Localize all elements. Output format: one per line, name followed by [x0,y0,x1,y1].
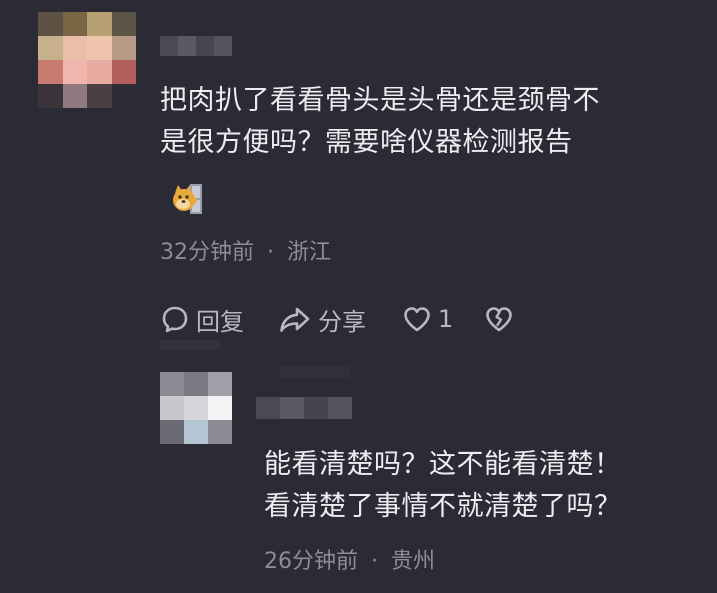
meta-separator: · [371,549,378,574]
avatar[interactable] [38,12,136,108]
reply-text-line: 看清楚了事情不就清楚了吗？ [264,491,622,522]
comment-text-line: 是很方便吗？需要啥仪器检测报告 [160,127,573,158]
comment-text-line: 把肉扒了看看骨头是头骨还是颈骨不 [160,85,600,116]
comment-text: 把肉扒了看看骨头是头骨还是颈骨不 是很方便吗？需要啥仪器检测报告 [160,80,700,164]
like-count: 1 [438,305,454,333]
reply-meta: 26分钟前 · 贵州 [264,543,435,575]
doge-peeking-icon [172,183,204,215]
reply-text: 能看清楚吗？这不能看清楚！ 看清楚了事情不就清楚了吗？ [264,444,694,528]
reply-icon [160,304,190,334]
meta-separator: · [267,240,274,265]
reply-button[interactable]: 回复 [160,302,244,336]
blur-artifact [160,340,220,350]
username[interactable] [160,36,232,56]
comment-time: 32分钟前 [160,240,254,265]
reply-location: 贵州 [391,549,436,574]
reply-text-line: 能看清楚吗？这不能看清楚！ [264,449,622,480]
reply-time: 26分钟前 [264,549,358,574]
like-button[interactable]: 1 [402,302,453,336]
heart-icon [402,304,432,334]
reply-avatar[interactable] [160,372,232,444]
comment-location: 浙江 [287,240,332,265]
share-label: 分享 [318,307,366,336]
share-button[interactable]: 分享 [278,302,366,336]
dislike-button[interactable] [484,302,514,336]
blur-artifact [280,366,350,378]
comment-meta: 32分钟前 · 浙江 [160,234,331,266]
share-icon [278,304,312,334]
reply-username[interactable] [256,397,352,419]
broken-heart-icon [484,304,514,334]
reply-label: 回复 [196,307,244,336]
